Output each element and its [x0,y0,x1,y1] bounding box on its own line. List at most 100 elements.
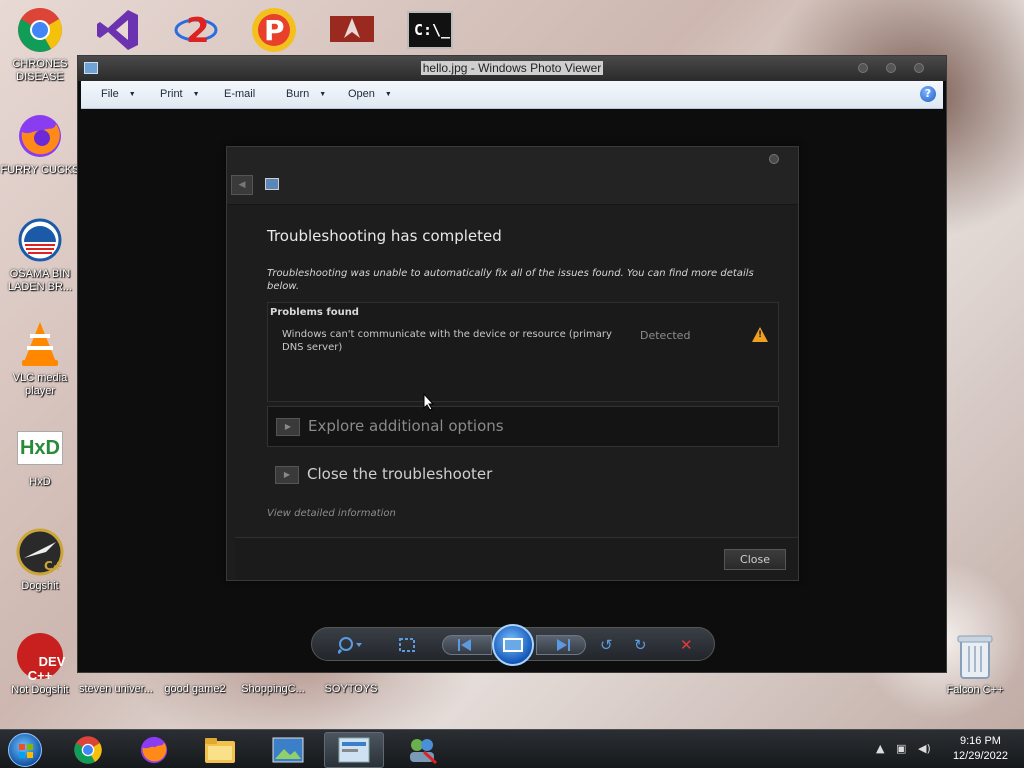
start-button[interactable] [8,733,42,767]
back-button[interactable]: ◀ [231,175,253,195]
desktop-icon-label: good game2 [164,683,226,695]
chrome-icon [16,6,64,54]
explore-options-button[interactable]: ▶ Explore additional options [267,406,779,447]
chevron-down-icon: ▼ [192,90,200,98]
troubleshooter-dialog: ◀ Troubleshooting has completed Troubles… [226,146,799,581]
dialog-close-icon[interactable] [769,154,779,164]
desktop-icon-shopping[interactable]: ShoppingC... [233,683,313,696]
desktop-icon-hxd[interactable]: HxD HxD [0,424,80,489]
svg-text:P: P [264,14,285,47]
desktop-icon-label: Dogshit [21,580,59,592]
desktop-icon-visual-studio[interactable] [78,6,158,58]
taskbar-photo-viewer[interactable] [258,732,318,768]
obama-logo-icon [16,216,64,264]
svg-text:2: 2 [186,11,210,51]
problem-text[interactable]: Windows can't communicate with the devic… [282,328,622,354]
command-prompt-icon: C:\_ [406,6,454,54]
rotate-left-icon[interactable]: ↺ [600,634,613,656]
menu-open-label: Open [348,88,375,100]
desktop-icon-devcpp[interactable]: DEV C++ Not Dogshit [0,632,80,697]
devcpp-text: DEV C++ [27,654,66,683]
show-hidden-icons-icon[interactable]: ▲ [876,742,884,755]
taskbar-troubleshooter[interactable] [324,732,384,768]
rotate-right-icon[interactable]: ↻ [634,634,647,656]
system-tray: ▲ ▣ ◀) 9:16 PM 12/29/2022 [864,730,1024,768]
desktop-icon-label: HxD [29,476,51,488]
delete-icon[interactable]: ✕ [680,634,693,656]
menu-burn[interactable]: Burn ▼ [286,88,326,100]
menu-email-label: E-mail [224,88,256,100]
close-window-button[interactable] [914,63,924,73]
warning-icon: ! [752,327,768,342]
desktop-icon-label: VLC media player [12,372,68,397]
p-ball-icon: P [250,6,298,54]
recycle-bin-icon [951,632,999,680]
firefox-icon [16,112,64,160]
desktop-icon-steven[interactable]: steven univer... [76,683,156,696]
window-title: hello.jpg - Windows Photo Viewer [420,61,604,75]
menu-file[interactable]: File ▼ [101,88,136,100]
dialog-header: ◀ [227,147,798,205]
network-icon[interactable]: ▣ [896,742,906,755]
desktop-icon-label: SOYTOYS [324,683,378,695]
desktop-icon-vlc[interactable]: VLC media player [0,320,80,398]
desktop-icon-app2[interactable]: 2 [156,6,236,58]
menu-burn-label: Burn [286,88,310,100]
desktop-icon-label: Falcon C++ [946,684,1004,696]
menu-print[interactable]: Print ▼ [160,88,200,100]
zoom-icon[interactable] [338,634,364,656]
taskbar-firefox[interactable] [124,732,184,768]
desktop-icon-firefox[interactable]: FURRY CUCKS [0,112,80,177]
desktop-icon-recycle-bin[interactable]: Falcon C++ [935,632,1015,697]
maximize-button[interactable] [886,63,896,73]
chevron-down-icon: ▼ [319,90,327,98]
view-details-link[interactable]: View detailed information [267,508,396,519]
next-button[interactable] [536,635,586,655]
svg-text:C++: C++ [44,559,64,573]
desktop-icon-dogshit[interactable]: C++ Dogshit [0,528,80,593]
desktop-icon-label: steven univer... [79,683,153,695]
explore-options-label: Explore additional options [308,417,504,435]
problems-header: Problems found [270,307,359,318]
clock[interactable]: 9:16 PM 12/29/2022 [953,734,1008,764]
dialog-footer: Close [235,537,798,580]
vlc-icon [16,320,64,368]
help-icon[interactable]: ? [920,86,936,102]
network-people-icon [410,739,438,764]
codeblocks-icon: C++ [16,528,64,576]
desktop-icon-label: OSAMA BIN LADEN BR... [7,268,73,293]
desktop-icon-app3[interactable]: P [234,6,314,58]
desktop-icon-cmd[interactable]: C:\_ [390,6,470,58]
actual-size-icon[interactable] [398,634,416,656]
clock-time: 9:16 PM [959,735,1001,747]
close-button[interactable]: Close [724,549,786,570]
slideshow-icon [503,638,523,652]
close-troubleshooter-button[interactable]: ▶ Close the troubleshooter [267,455,779,496]
dialog-description: Troubleshooting was unable to automatica… [267,268,754,292]
chevron-down-icon: ▼ [128,90,136,98]
minimize-button[interactable] [858,63,868,73]
folder-icon [205,738,235,763]
dialog-heading: Troubleshooting has completed [267,227,502,245]
taskbar-chrome[interactable] [58,732,118,768]
volume-icon[interactable]: ◀) [918,742,931,755]
desktop-icon-app4[interactable] [312,6,392,58]
desktop-icon-chrome[interactable]: CHRONES DISEASE [0,6,80,84]
taskbar-explorer[interactable] [190,732,250,768]
desktop-icon-label: FURRY CUCKS [0,164,80,176]
firefox-icon [140,736,168,764]
slideshow-button[interactable] [492,624,534,666]
desktop-icon-label: CHRONES DISEASE [12,58,68,83]
taskbar-network-app[interactable] [392,732,452,768]
taskbar: ▲ ▣ ◀) 9:16 PM 12/29/2022 [0,729,1024,768]
desktop-icon-soytoys[interactable]: SOYTOYS [311,683,391,696]
previous-button[interactable] [442,635,492,655]
menu-email[interactable]: E-mail [224,88,255,100]
desktop-icon-osama[interactable]: OSAMA BIN LADEN BR... [0,216,80,294]
desktop-icon-label: ShoppingC... [241,683,305,695]
title-bar[interactable]: hello.jpg - Windows Photo Viewer [78,56,946,81]
arrow-right-icon: ▶ [275,466,299,484]
desktop-icon-goodgame[interactable]: good game2 [155,683,235,696]
cmd-text: C:\_ [413,21,451,39]
menu-open[interactable]: Open ▼ [348,88,392,100]
